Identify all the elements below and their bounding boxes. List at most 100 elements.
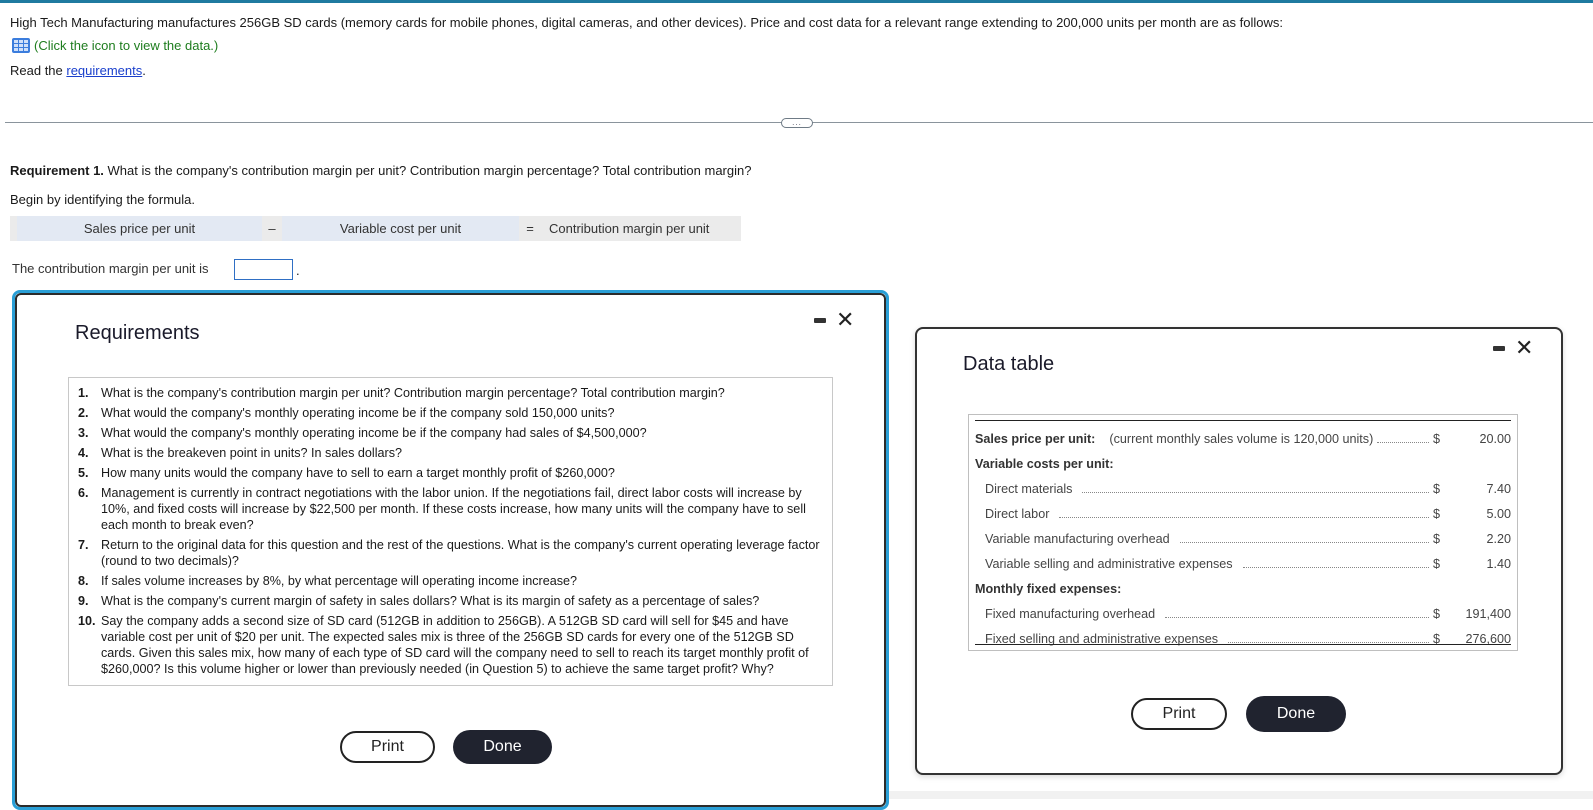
formula-term-variable-cost[interactable]: Variable cost per unit xyxy=(282,216,519,241)
begin-instruction: Begin by identifying the formula. xyxy=(10,192,195,207)
minimize-icon[interactable] xyxy=(1493,345,1505,351)
row-label: Direct labor xyxy=(985,506,1050,521)
currency-symbol: $ xyxy=(1433,481,1441,496)
leader-dots xyxy=(1242,567,1429,568)
requirement-item: 2. What would the company's monthly opera… xyxy=(78,405,822,421)
requirement-number: 8. xyxy=(78,574,89,588)
leader-dots xyxy=(1059,517,1429,518)
requirement-1-prompt: Requirement 1. What is the company's con… xyxy=(10,163,751,178)
leader-dots xyxy=(1228,642,1429,643)
formula-row: Sales price per unit – Variable cost per… xyxy=(10,216,741,241)
data-done-button[interactable]: Done xyxy=(1246,696,1346,732)
requirements-modal-frame: Requirements ✕ 1. What is the company's c… xyxy=(15,293,886,807)
requirements-list: 1. What is the company's contribution mar… xyxy=(68,377,833,686)
row-value: 191,400 xyxy=(1465,606,1511,621)
requirement-item: 7. Return to the original data for this q… xyxy=(78,537,822,569)
variable-costs-group: Direct materials $7.40 Direct labor $5.00 Va… xyxy=(975,476,1511,576)
table-grid-icon[interactable] xyxy=(12,38,30,53)
cm-per-unit-input[interactable] xyxy=(234,259,293,280)
cm-per-unit-suffix: . xyxy=(296,263,300,278)
view-data-label[interactable]: (Click the icon to view the data.) xyxy=(34,38,218,53)
requirements-done-button[interactable]: Done xyxy=(453,730,552,764)
top-accent-bar xyxy=(0,0,1593,3)
requirement-text: What is the company's current margin of … xyxy=(101,594,760,608)
sales-price-value: 20.00 xyxy=(1479,431,1511,446)
requirement-item: 9. What is the company's current margin o… xyxy=(78,593,822,609)
requirement-item: 3. What would the company's monthly opera… xyxy=(78,425,822,441)
requirement-text: What is the company's contribution margi… xyxy=(101,386,725,400)
sales-price-label: Sales price per unit: xyxy=(975,431,1096,446)
table-row: Fixed manufacturing overhead $191,400 xyxy=(975,601,1511,626)
leader-dots xyxy=(1179,542,1429,543)
formula-term-sales-price[interactable]: Sales price per unit xyxy=(17,216,262,241)
close-icon[interactable]: ✕ xyxy=(836,309,854,331)
requirement-text: What is the breakeven point in units? In… xyxy=(101,446,403,460)
table-row: Variable manufacturing overhead $2.20 xyxy=(975,526,1511,551)
requirement-item: 8. If sales volume increases by 8%, by wh… xyxy=(78,573,822,589)
requirement-number: 5. xyxy=(78,466,89,480)
requirement-text: If sales volume increases by 8%, by what… xyxy=(101,574,578,588)
requirement-text: Management is currently in contract nego… xyxy=(101,486,806,532)
read-requirements-suffix: . xyxy=(142,63,146,78)
row-label: Fixed manufacturing overhead xyxy=(985,606,1156,621)
row-label: Direct materials xyxy=(985,481,1073,496)
requirement-number: 3. xyxy=(78,426,89,440)
fixed-expenses-header: Monthly fixed expenses: xyxy=(975,581,1122,596)
requirement-text: How many units would the company have to… xyxy=(101,466,615,480)
read-requirements-prefix: Read the xyxy=(10,63,67,78)
minimize-icon[interactable] xyxy=(814,317,826,323)
requirements-modal-title: Requirements xyxy=(75,322,200,344)
leader-dots xyxy=(1377,442,1429,443)
currency-symbol: $ xyxy=(1433,556,1441,571)
formula-operator-minus: – xyxy=(268,221,276,236)
requirement-item: 10. Say the company adds a second size of… xyxy=(78,613,822,677)
requirement-number: 4. xyxy=(78,446,89,460)
row-value: 5.00 xyxy=(1486,506,1511,521)
requirement-1-label: Requirement 1. xyxy=(10,163,104,178)
row-label: Variable manufacturing overhead xyxy=(985,531,1170,546)
table-row: Variable selling and administrative expe… xyxy=(975,551,1511,576)
close-icon[interactable]: ✕ xyxy=(1515,337,1533,359)
table-row-sales-price: Sales price per unit: (current monthly s… xyxy=(975,426,1511,451)
formula-result: Contribution margin per unit xyxy=(549,221,710,236)
requirement-number: 2. xyxy=(78,406,89,420)
formula-operator-equals: = xyxy=(526,221,534,236)
requirements-link[interactable]: requirements xyxy=(66,63,142,78)
page-bottom-strip xyxy=(889,791,1593,799)
leader-dots xyxy=(1165,617,1429,618)
table-row: Fixed selling and administrative expense… xyxy=(975,626,1511,651)
table-bottom-rule xyxy=(975,644,1511,645)
requirement-item: 6. Management is currently in contract ne… xyxy=(78,485,822,533)
variable-costs-header: Variable costs per unit: xyxy=(975,456,1114,471)
requirement-1-question: What is the company's contribution margi… xyxy=(103,163,752,178)
currency-symbol: $ xyxy=(1433,506,1441,521)
requirement-text: Return to the original data for this que… xyxy=(101,538,820,568)
data-print-button[interactable]: Print xyxy=(1131,698,1227,730)
requirement-text: What would the company's monthly operati… xyxy=(101,406,615,420)
problem-intro: High Tech Manufacturing manufactures 256… xyxy=(10,15,1283,30)
currency-symbol: $ xyxy=(1433,606,1441,621)
table-row: Direct materials $7.40 xyxy=(975,476,1511,501)
requirement-number: 7. xyxy=(78,538,89,552)
cm-per-unit-label: The contribution margin per unit is xyxy=(12,261,209,276)
table-row: Direct labor $5.00 xyxy=(975,501,1511,526)
requirement-text: Say the company adds a second size of SD… xyxy=(101,614,809,676)
sales-volume-note: (current monthly sales volume is 120,000… xyxy=(1109,431,1374,446)
currency-symbol: $ xyxy=(1433,531,1441,546)
requirements-print-button[interactable]: Print xyxy=(340,731,435,763)
requirement-number: 10. xyxy=(78,614,96,628)
table-top-rule xyxy=(975,420,1511,421)
requirement-item: 1. What is the company's contribution mar… xyxy=(78,385,822,401)
data-table-modal-title: Data table xyxy=(963,353,1055,375)
requirements-modal: Requirements ✕ 1. What is the company's c… xyxy=(12,290,889,810)
currency-symbol: $ xyxy=(1433,431,1441,446)
requirement-number: 9. xyxy=(78,594,89,608)
read-requirements: Read the requirements. xyxy=(10,63,146,78)
leader-dots xyxy=(1082,492,1429,493)
row-value: 2.20 xyxy=(1486,531,1511,546)
requirement-number: 6. xyxy=(78,486,89,500)
row-value: 1.40 xyxy=(1486,556,1511,571)
data-window-controls: ✕ xyxy=(1493,337,1533,359)
expand-more-button[interactable]: ... xyxy=(781,118,813,128)
view-data-link[interactable]: (Click the icon to view the data.) xyxy=(12,38,218,53)
